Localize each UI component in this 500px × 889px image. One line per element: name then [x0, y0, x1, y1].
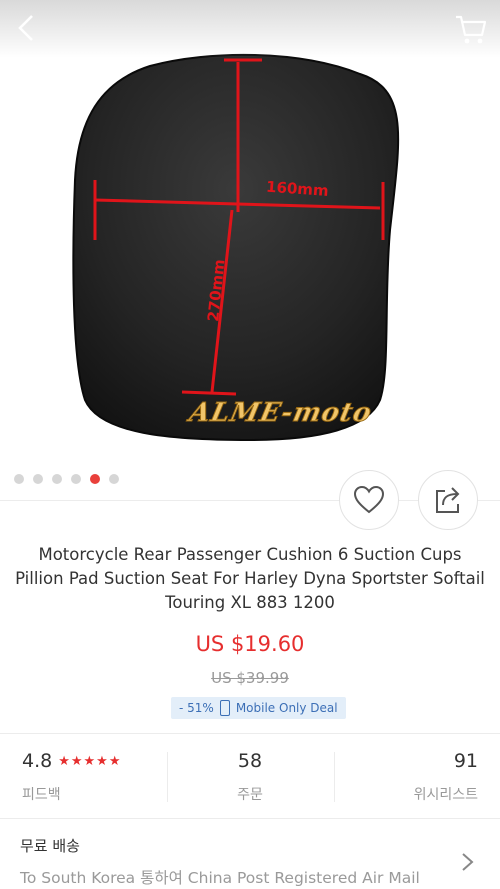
original-price: US $39.99: [211, 669, 289, 687]
feedback-stat[interactable]: 4.8 ★★★★★ 피드백: [0, 750, 167, 808]
favorite-button[interactable]: [339, 470, 399, 530]
product-price: US $19.60: [195, 632, 305, 656]
shopping-cart-icon[interactable]: [454, 12, 488, 46]
discount-percent: - 51%: [179, 701, 214, 715]
carousel-dot[interactable]: [52, 474, 62, 484]
wishlist-label: 위시리스트: [413, 787, 479, 803]
shipping-description: To South Korea 통하여 China Post Registered…: [20, 869, 420, 887]
carousel-dot[interactable]: [109, 474, 119, 484]
mobile-deal-badge: - 51% Mobile Only Deal: [171, 697, 346, 719]
carousel-dot[interactable]: [14, 474, 24, 484]
chevron-left-icon[interactable]: [12, 12, 44, 44]
divider: [0, 733, 500, 734]
rating-value: 4.8: [22, 750, 53, 772]
carousel-dot[interactable]: [33, 474, 43, 484]
carousel-indicator: [14, 474, 119, 484]
watermark-text: ALME-moto: [186, 398, 375, 429]
share-button[interactable]: [418, 470, 478, 530]
divider: [167, 752, 168, 802]
wishlist-stat[interactable]: 91 위시리스트: [333, 750, 500, 808]
divider: [334, 752, 335, 802]
wishlist-count: 91: [453, 750, 479, 772]
feedback-label: 피드백: [22, 787, 61, 803]
orders-stat[interactable]: 58 주문: [167, 750, 334, 808]
mobile-phone-icon: [219, 700, 230, 716]
stats-row: 4.8 ★★★★★ 피드백 58 주문 91 위시리스트: [0, 750, 500, 808]
divider: [0, 818, 500, 819]
orders-count: 58: [237, 750, 263, 772]
carousel-dot[interactable]: [71, 474, 81, 484]
carousel-dot-active[interactable]: [90, 474, 100, 484]
heart-outline-icon: [353, 485, 385, 514]
product-image-gallery[interactable]: 160mm 270mm ALME-moto: [0, 0, 500, 500]
star-rating-icon: ★★★★★: [58, 754, 122, 769]
deal-label: Mobile Only Deal: [235, 701, 338, 715]
chevron-right-icon: [462, 853, 474, 871]
share-icon: [436, 487, 460, 513]
product-title: Motorcycle Rear Passenger Cushion 6 Suct…: [15, 545, 485, 612]
shipping-title: 무료 배송: [20, 837, 80, 855]
top-bar: [0, 0, 500, 58]
orders-label: 주문: [237, 787, 263, 803]
